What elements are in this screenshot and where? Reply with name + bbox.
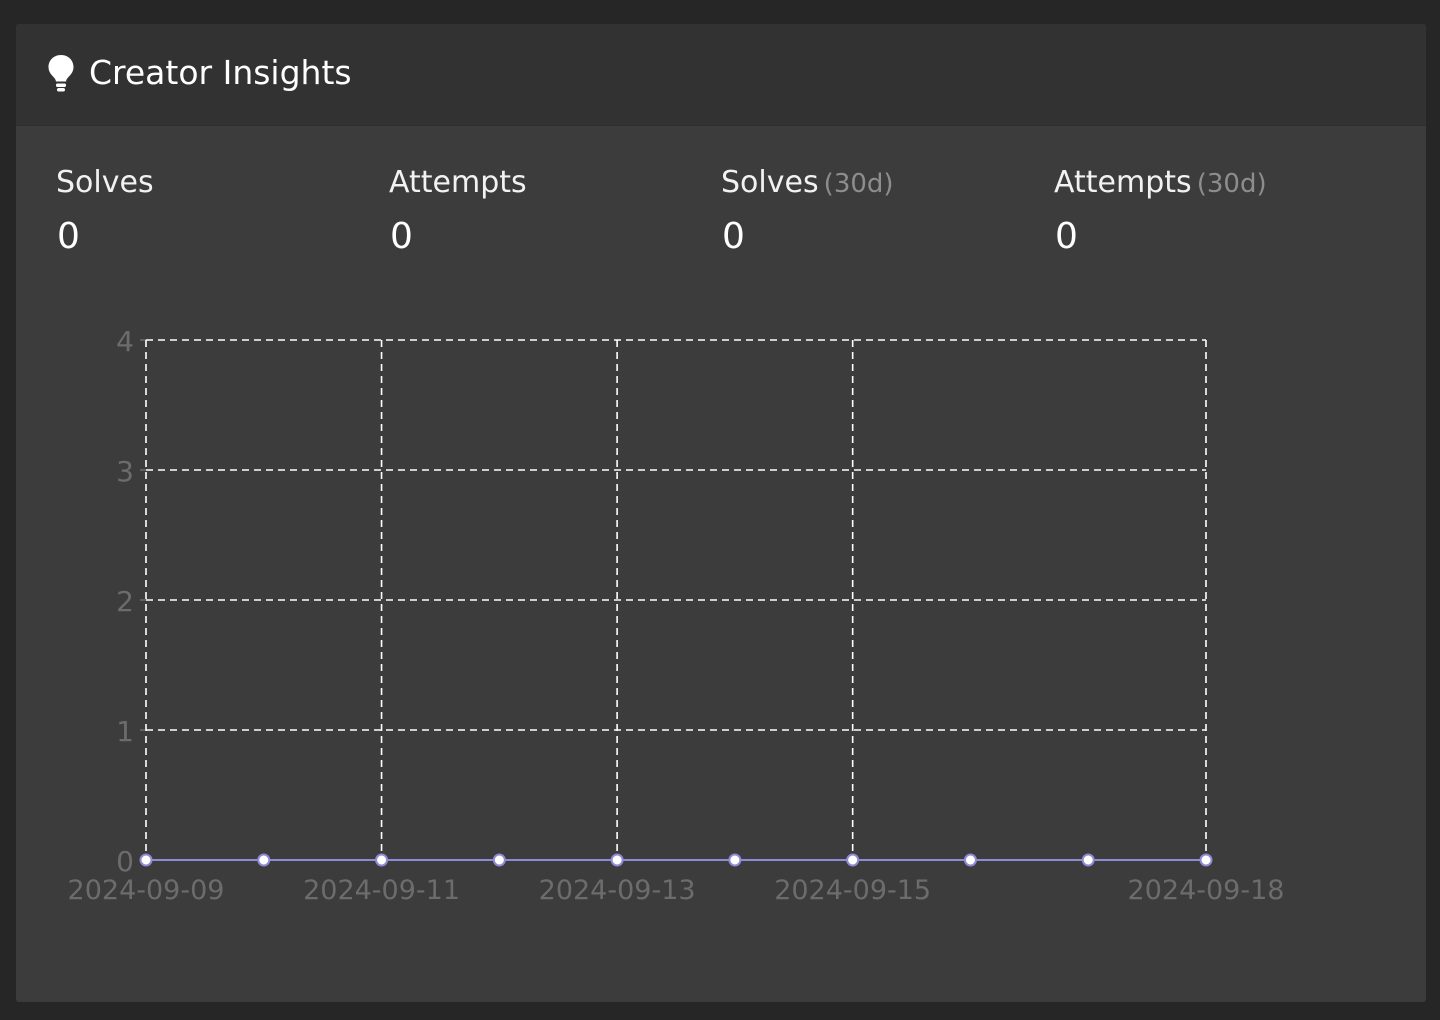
data-point [728, 853, 742, 867]
y-tick-label: 0 [116, 845, 134, 878]
data-point [846, 853, 860, 867]
data-point [610, 853, 624, 867]
data-point [257, 853, 271, 867]
activity-line-chart: 0 1 2 3 4 2024-09-09 2024-09-11 2024-09-13 2024-… [68, 325, 1285, 906]
x-tick-label: 2024-09-11 [303, 875, 460, 906]
x-tick-label: 2024-09-18 [1128, 875, 1285, 906]
x-tick-label: 2024-09-13 [539, 875, 696, 906]
y-tick-label: 3 [116, 455, 134, 488]
data-point [139, 853, 153, 867]
data-point [492, 853, 506, 867]
creator-insights-panel: Creator Insights Solves 0 Attempts 0 Sol… [16, 24, 1426, 1002]
x-tick-label: 2024-09-09 [68, 875, 225, 906]
y-tick-label: 2 [116, 585, 134, 618]
data-point [375, 853, 389, 867]
data-point [1199, 853, 1213, 867]
y-tick-label: 4 [116, 325, 134, 358]
data-point [963, 853, 977, 867]
y-tick-label: 1 [116, 715, 134, 748]
x-tick-label: 2024-09-15 [774, 875, 931, 906]
data-point [1081, 853, 1095, 867]
